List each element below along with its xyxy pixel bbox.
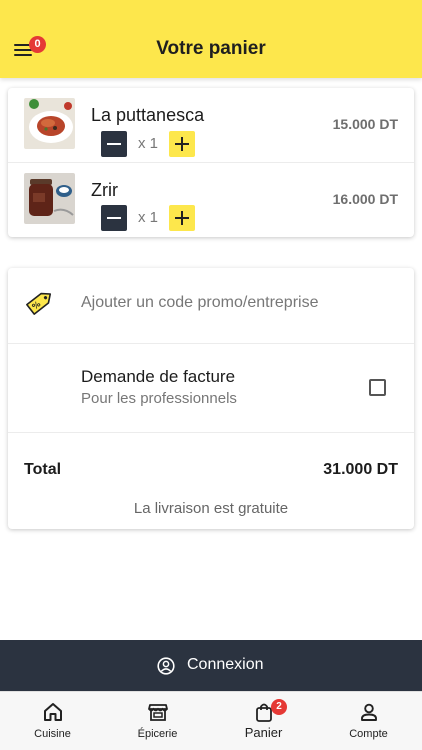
login-button[interactable]: Connexion: [0, 640, 422, 691]
decrease-quantity-button[interactable]: [101, 131, 127, 157]
tab-label: Cuisine: [34, 728, 71, 740]
item-price: 16.000 DT: [332, 191, 398, 207]
decrease-quantity-button[interactable]: [101, 205, 127, 231]
page-title: Votre panier: [156, 38, 266, 59]
bottom-tab-bar: Cuisine Épicerie 2 Panier Compte: [0, 691, 422, 750]
invoice-title: Demande de facture: [81, 367, 236, 386]
cart-items-card: La puttanesca x 1 15.000 DT Zrir x 1 16.…: [8, 88, 414, 237]
top-header: 0 Votre panier: [0, 0, 422, 78]
tab-label: Compte: [349, 728, 388, 740]
delivery-note: La livraison est gratuite: [133, 500, 289, 517]
tab-label: Épicerie: [137, 728, 178, 740]
increase-quantity-button[interactable]: [169, 131, 195, 157]
login-label: Connexion: [187, 656, 264, 673]
zrir-jar-photo: [24, 173, 75, 224]
promo-code-row[interactable]: % Ajouter un code promo/entreprise: [8, 268, 414, 344]
promo-code-label: Ajouter un code promo/entreprise: [81, 294, 319, 311]
pasta-dish-photo: [24, 98, 75, 149]
discount-tag-icon: %: [22, 284, 58, 320]
tab-compte[interactable]: Compte: [316, 692, 421, 750]
item-price: 15.000 DT: [332, 116, 398, 132]
total-label: Total: [24, 461, 62, 478]
item-quantity: x 1: [138, 135, 159, 152]
tab-panier[interactable]: 2 Panier: [211, 692, 316, 750]
increase-quantity-button[interactable]: [169, 205, 195, 231]
invoice-request-row: Demande de facture Pour les professionne…: [8, 344, 414, 433]
tab-epicerie[interactable]: Épicerie: [105, 692, 210, 750]
order-summary-card: % Ajouter un code promo/entreprise Deman…: [8, 268, 414, 529]
item-quantity: x 1: [138, 209, 159, 226]
store-icon: [147, 701, 169, 723]
invoice-subtitle: Pour les professionnels: [81, 390, 237, 407]
item-name: La puttanesca: [91, 105, 205, 125]
person-icon: [358, 701, 380, 723]
cart-item: Zrir x 1 16.000 DT: [8, 162, 414, 236]
tab-cuisine[interactable]: Cuisine: [0, 692, 105, 750]
home-icon: [42, 701, 64, 723]
cart-count-badge: 2: [271, 699, 287, 715]
cart-item: La puttanesca x 1 15.000 DT: [8, 88, 414, 162]
invoice-checkbox[interactable]: [369, 379, 386, 396]
item-name: Zrir: [91, 180, 118, 200]
total-value: 31.000 DT: [323, 461, 398, 478]
user-circle-icon: [157, 657, 175, 675]
tab-label: Panier: [244, 725, 283, 740]
